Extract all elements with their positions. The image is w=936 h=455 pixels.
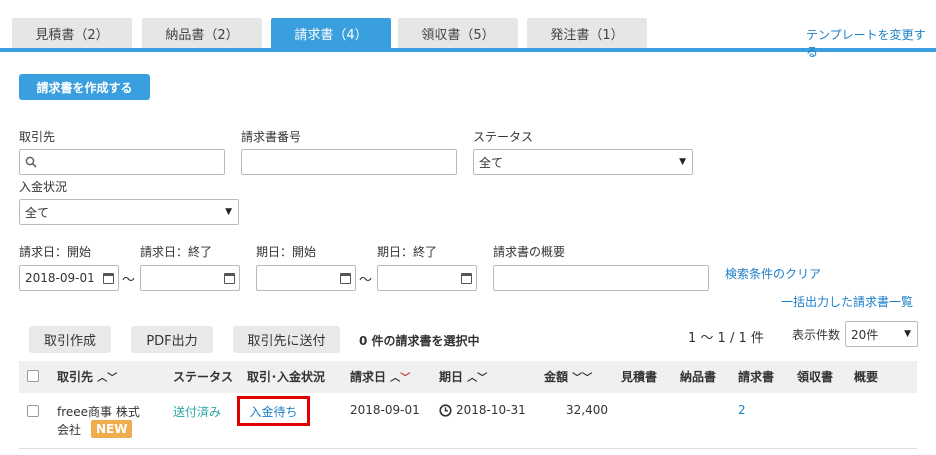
due-date-start-label: 期日：開始 bbox=[256, 245, 317, 259]
invoice-date-end-label: 請求日：終了 bbox=[140, 245, 213, 259]
sort-down-icon[interactable]: ﹀ bbox=[572, 373, 582, 384]
column-header-invoice: 請求書 bbox=[738, 370, 775, 384]
partner-name-line1[interactable]: freee商事 株式 bbox=[57, 403, 140, 420]
range-separator: 〜 bbox=[122, 273, 136, 288]
due-date-cell: 2018-10-31 bbox=[456, 403, 526, 417]
status-select-value: 全て bbox=[479, 155, 504, 170]
column-header-amount[interactable]: 金額 ﹀﹀ bbox=[544, 368, 592, 385]
column-header-status: ステータス bbox=[173, 370, 234, 384]
pdf-output-button[interactable]: PDF出力 bbox=[131, 326, 213, 353]
tab-quotes[interactable]: 見積書（2） bbox=[12, 18, 132, 48]
sort-down-icon[interactable]: ﹀ bbox=[107, 373, 117, 384]
column-header-receipt: 領収書 bbox=[797, 370, 834, 384]
create-invoice-button[interactable]: 請求書を作成する bbox=[19, 74, 150, 100]
sort-down-icon[interactable]: ﹀ bbox=[582, 373, 592, 384]
invoice-date-start-value: 2018-09-01 bbox=[25, 271, 95, 285]
status-sent-link[interactable]: 送付済み bbox=[173, 403, 221, 420]
per-page-select[interactable]: 20件 ▼ bbox=[845, 321, 918, 347]
bulk-output-link[interactable]: 一括出力した請求書一覧 bbox=[781, 293, 913, 310]
tab-label: 請求書（4） bbox=[294, 27, 368, 43]
tab-delivery-notes[interactable]: 納品書（2） bbox=[142, 18, 262, 48]
payment-status-value: 全て bbox=[25, 205, 50, 220]
dropdown-caret-icon: ▼ bbox=[679, 157, 686, 167]
column-header-delivery: 納品書 bbox=[680, 370, 717, 384]
search-icon bbox=[25, 156, 37, 168]
range-separator: 〜 bbox=[359, 273, 373, 288]
payment-status-label: 入金状況 bbox=[19, 180, 68, 194]
tab-purchase-orders[interactable]: 発注書（1） bbox=[527, 18, 647, 48]
sort-up-icon[interactable]: ︿ bbox=[467, 373, 477, 384]
calendar-icon[interactable] bbox=[461, 272, 472, 284]
calendar-icon[interactable] bbox=[224, 272, 235, 284]
column-header-partner[interactable]: 取引先 ︿﹀ bbox=[57, 368, 117, 385]
change-template-link[interactable]: テンプレートを変更する bbox=[806, 26, 936, 60]
summary-input[interactable] bbox=[493, 265, 709, 291]
tab-invoices[interactable]: 請求書（4） bbox=[271, 18, 391, 48]
payment-status-highlight[interactable]: 入金待ち bbox=[237, 396, 310, 426]
per-page-value: 20件 bbox=[851, 327, 879, 342]
sort-down-icon[interactable]: ﹀ bbox=[477, 373, 487, 384]
due-date-end-label: 期日：終了 bbox=[377, 245, 438, 259]
tab-label: 納品書（2） bbox=[165, 27, 239, 43]
column-header-summary: 概要 bbox=[854, 370, 879, 384]
payment-pending-link[interactable]: 入金待ち bbox=[249, 403, 297, 420]
dropdown-caret-icon: ▼ bbox=[904, 329, 911, 339]
payment-status-select[interactable]: 全て ▼ bbox=[19, 199, 239, 225]
invoice-date-end-input[interactable] bbox=[140, 265, 240, 291]
due-date-end-input[interactable] bbox=[377, 265, 477, 291]
partner-name-line2[interactable]: 会社 bbox=[57, 421, 81, 438]
create-transaction-button[interactable]: 取引作成 bbox=[29, 326, 111, 353]
partner-input[interactable] bbox=[19, 149, 225, 175]
column-header-due-date[interactable]: 期日 ︿﹀ bbox=[439, 368, 487, 385]
clear-filters-link[interactable]: 検索条件のクリア bbox=[725, 265, 821, 282]
sort-up-icon[interactable]: ︿ bbox=[97, 373, 107, 384]
amount-cell: 32,400 bbox=[566, 403, 608, 417]
invoice-date-cell: 2018-09-01 bbox=[350, 403, 420, 417]
row-divider bbox=[19, 448, 917, 449]
calendar-icon[interactable] bbox=[340, 272, 351, 284]
invoice-date-start-label: 請求日：開始 bbox=[19, 245, 92, 259]
clock-icon bbox=[439, 404, 452, 417]
sort-up-icon[interactable]: ︿ bbox=[390, 373, 400, 384]
select-all-checkbox[interactable] bbox=[27, 370, 39, 382]
new-badge: NEW bbox=[91, 420, 133, 438]
sort-down-active-icon[interactable]: ﹀ bbox=[400, 373, 410, 384]
pagination-info: 1 〜 1 / 1 件 bbox=[688, 331, 764, 346]
selected-count: 0 件の請求書を選択中 bbox=[359, 334, 480, 348]
status-select[interactable]: 全て ▼ bbox=[473, 149, 693, 175]
column-header-invoice-date[interactable]: 請求日 ︿﹀ bbox=[350, 368, 410, 385]
column-header-transaction: 取引･入金状況 bbox=[247, 370, 326, 384]
summary-label: 請求書の概要 bbox=[493, 245, 566, 259]
due-date-start-input[interactable] bbox=[256, 265, 356, 291]
tab-label: 領収書（5） bbox=[421, 27, 495, 43]
tab-receipts[interactable]: 領収書（5） bbox=[398, 18, 518, 48]
invoice-number-label: 請求書番号 bbox=[241, 130, 302, 144]
tab-label: 発注書（1） bbox=[550, 27, 624, 43]
per-page-label: 表示件数 bbox=[792, 328, 841, 342]
tab-underline bbox=[0, 48, 936, 52]
invoice-date-start-input[interactable]: 2018-09-01 bbox=[19, 265, 119, 291]
row-checkbox[interactable] bbox=[27, 405, 39, 417]
partner-label: 取引先 bbox=[19, 130, 56, 144]
calendar-icon[interactable] bbox=[103, 272, 114, 284]
column-header-quote: 見積書 bbox=[621, 370, 658, 384]
dropdown-caret-icon: ▼ bbox=[225, 207, 232, 217]
status-label: ステータス bbox=[473, 130, 534, 144]
tab-label: 見積書（2） bbox=[35, 27, 109, 43]
invoice-count-link[interactable]: 2 bbox=[738, 403, 746, 417]
invoice-number-input[interactable] bbox=[241, 149, 457, 175]
send-to-partner-button[interactable]: 取引先に送付 bbox=[233, 326, 340, 353]
